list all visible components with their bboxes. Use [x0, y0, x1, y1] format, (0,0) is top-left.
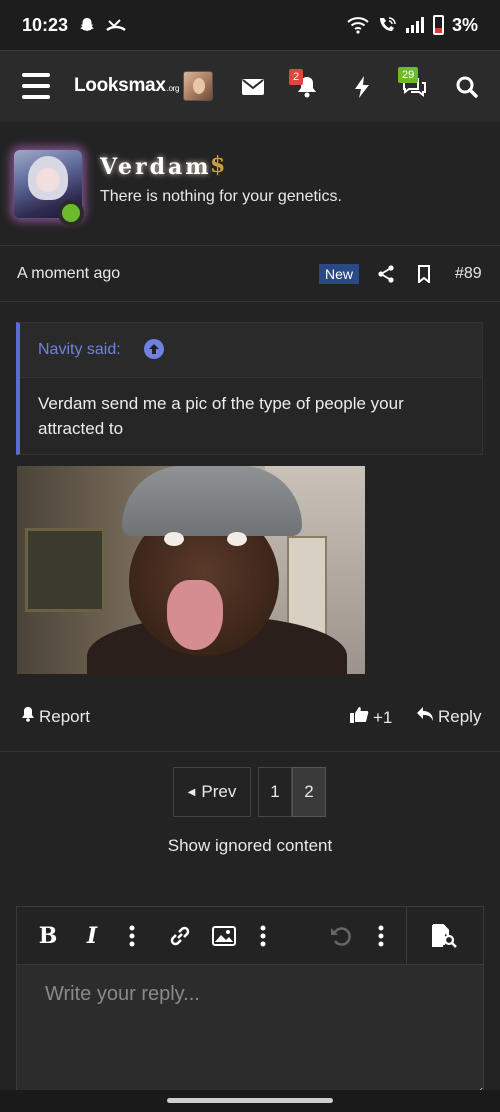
report-button[interactable]: Report — [21, 706, 90, 727]
reply-label: Reply — [438, 706, 482, 726]
bell-icon — [21, 706, 35, 727]
post-meta-bar: A moment ago New #89 — [0, 246, 500, 302]
conversations-badge: 29 — [398, 67, 419, 83]
like-count: +1 — [373, 707, 393, 727]
show-ignored-link[interactable]: Show ignored content — [0, 836, 500, 856]
pagination-page-1[interactable]: 1 — [258, 767, 292, 817]
post-image[interactable] — [17, 466, 365, 674]
home-handle[interactable] — [167, 1098, 333, 1103]
inbox-icon[interactable] — [235, 69, 271, 105]
wifi-icon — [347, 16, 369, 34]
report-label: Report — [39, 706, 91, 726]
rank-dollar-icon: $ — [210, 152, 226, 178]
author-user-title: There is nothing for your genetics. — [100, 188, 342, 205]
image-icon[interactable] — [211, 923, 237, 949]
user-avatar[interactable] — [183, 71, 213, 101]
site-navbar: Looksmax.org 2 29 — [0, 50, 500, 122]
lightning-icon[interactable] — [344, 69, 380, 105]
bell-icon[interactable]: 2 — [289, 69, 325, 105]
gesture-bar — [0, 1090, 500, 1112]
quote-header: Navity said: — [20, 323, 482, 378]
more-insert-options-icon[interactable] — [250, 923, 276, 949]
status-time: 10:23 — [22, 14, 69, 35]
post-number[interactable]: #89 — [455, 265, 482, 283]
post-actions: Report +1 Reply — [0, 690, 500, 752]
link-icon[interactable] — [167, 923, 193, 949]
arrow-up-icon[interactable] — [144, 339, 164, 359]
signal-icon — [405, 16, 425, 34]
snapchat-icon — [78, 16, 96, 34]
undo-icon[interactable] — [328, 923, 354, 949]
pagination-prev[interactable]: ◀ Prev — [173, 767, 251, 817]
author-username[interactable]: Verdam — [100, 154, 212, 180]
quote-text: Verdam send me a pic of the type of peop… — [38, 394, 404, 438]
reply-textarea[interactable] — [17, 965, 483, 1095]
quote-block: Navity said: Verdam send me a pic of the… — [16, 322, 483, 455]
share-icon[interactable] — [374, 262, 398, 286]
quote-author[interactable]: Navity said: — [38, 341, 121, 359]
online-status-icon — [58, 200, 84, 226]
search-icon[interactable] — [449, 69, 485, 105]
like-button[interactable]: +1 — [349, 706, 392, 729]
bold-icon[interactable]: B — [35, 923, 61, 949]
status-bar: 10:23 3% — [0, 0, 500, 50]
bookmark-icon[interactable] — [412, 262, 436, 286]
conversations-icon[interactable]: 29 — [396, 67, 432, 105]
pagination-page-2[interactable]: 2 — [292, 767, 326, 817]
thumbs-up-icon — [349, 706, 369, 729]
new-badge: New — [319, 264, 360, 284]
menu-icon[interactable] — [22, 73, 50, 99]
alerts-badge: 2 — [289, 69, 304, 85]
post-author-header: Verdam $ There is nothing for your genet… — [0, 122, 500, 246]
prev-label: Prev — [201, 782, 237, 801]
reply-editor: B I — [16, 906, 484, 1096]
logo-suffix: .org — [166, 84, 180, 93]
missed-call-icon — [106, 17, 126, 33]
more-text-options-icon[interactable] — [119, 923, 145, 949]
site-logo[interactable]: Looksmax.org — [74, 75, 179, 97]
chevron-left-icon: ◀ — [187, 786, 196, 798]
logo-text: Looksmax — [74, 75, 166, 96]
post-timestamp[interactable]: A moment ago — [17, 265, 120, 283]
preview-icon[interactable] — [431, 923, 457, 949]
editor-toolbar: B I — [17, 907, 483, 965]
reply-arrow-icon — [416, 706, 434, 727]
more-options-icon[interactable] — [368, 923, 394, 949]
battery-icon — [432, 15, 444, 35]
wifi-calling-icon — [377, 16, 397, 34]
italic-icon[interactable]: I — [79, 923, 105, 949]
reply-button[interactable]: Reply — [416, 706, 481, 727]
battery-percent: 3% — [451, 14, 478, 35]
